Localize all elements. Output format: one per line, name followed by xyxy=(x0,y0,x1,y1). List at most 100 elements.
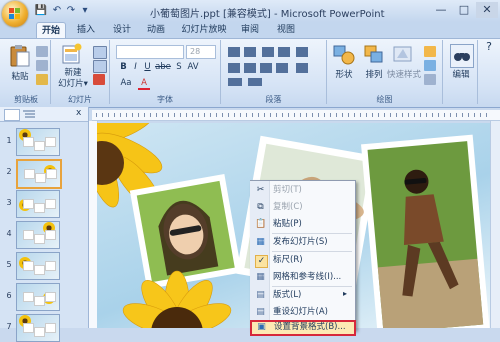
menu-item-ruler[interactable]: ✓ 标尺(R) xyxy=(251,253,354,268)
ruler-tick xyxy=(384,113,385,117)
tab-home[interactable]: 开始 xyxy=(36,22,66,39)
shapes-button[interactable] xyxy=(333,44,357,66)
ruler-tick xyxy=(348,113,349,117)
shape-fill-icon[interactable] xyxy=(424,46,436,57)
shadow-button[interactable]: S xyxy=(174,62,184,72)
copy-icon: ⧉ xyxy=(257,202,264,212)
find-button[interactable] xyxy=(450,44,474,68)
menu-item-format-background[interactable]: ▣ 设置背景格式(B)... xyxy=(250,320,356,336)
thumbnail-photo xyxy=(45,199,56,209)
menu-item-grid-guides[interactable]: ▦ 网格和参考线(I)... xyxy=(251,270,354,285)
slide-thumbnail[interactable] xyxy=(16,159,62,189)
ruler-tick xyxy=(336,113,337,117)
outline-tab-icon[interactable] xyxy=(22,109,36,119)
ruler-tick xyxy=(408,113,409,117)
redo-icon[interactable]: ↷ xyxy=(64,4,78,18)
scissors-icon: ✂ xyxy=(256,185,265,195)
thumbnail-photo xyxy=(35,173,46,183)
bold-button[interactable]: B xyxy=(118,62,129,72)
paste-button[interactable] xyxy=(8,44,32,68)
close-button[interactable]: ✕ xyxy=(476,2,498,18)
font-color-button[interactable]: A xyxy=(138,78,150,90)
menu-separator xyxy=(272,233,352,234)
edit-label: 编辑 xyxy=(452,70,470,80)
ruler-tick xyxy=(126,113,127,117)
tab-review[interactable]: 审阅 xyxy=(236,22,264,38)
quick-style-button[interactable] xyxy=(392,44,414,66)
ruler-tick xyxy=(318,113,319,117)
menu-item-publish-slides[interactable]: ▦ 发布幻灯片(S) xyxy=(251,235,354,250)
ruler-tick xyxy=(192,113,193,117)
new-slide-label-2: 幻灯片▾ xyxy=(58,79,88,89)
ruler-tick xyxy=(312,113,313,117)
slides-tab-icon[interactable] xyxy=(4,109,20,121)
slide-thumbnail[interactable] xyxy=(16,190,60,218)
office-button[interactable] xyxy=(2,1,28,27)
thumbnail-photo xyxy=(34,265,45,275)
undo-icon[interactable]: ↶ xyxy=(50,4,64,18)
font-size-combo[interactable]: 28 xyxy=(186,45,216,59)
ruler-tick xyxy=(480,113,481,117)
ruler-tick xyxy=(306,113,307,117)
thumbnail-photo xyxy=(34,296,45,306)
slide-thumbnail[interactable] xyxy=(16,221,60,249)
format-painter-icon[interactable] xyxy=(36,74,48,85)
thumbnail-photo xyxy=(34,203,45,213)
change-case-button[interactable]: Aa xyxy=(118,78,134,88)
menu-item-layout[interactable]: ▤ 版式(L) ▸ xyxy=(251,288,354,303)
ruler-tick xyxy=(390,113,391,117)
thumbnail-photo xyxy=(23,230,34,240)
thumbnail-photo xyxy=(23,137,34,147)
ruler-tick xyxy=(270,113,271,117)
vertical-scrollbar[interactable] xyxy=(490,121,500,328)
drawing-group-label: 绘图 xyxy=(376,95,393,104)
layout-icon[interactable] xyxy=(93,46,107,59)
ruler-tick xyxy=(120,113,121,117)
slide-thumbnail[interactable] xyxy=(16,283,60,311)
ruler-tick xyxy=(198,113,199,117)
font-group-label: 字体 xyxy=(157,95,173,104)
help-icon[interactable]: ? xyxy=(483,40,495,53)
qat-customize-icon[interactable]: ▾ xyxy=(78,4,92,18)
slides-panel-close-icon[interactable]: x xyxy=(76,108,81,118)
reset-slide-icon[interactable] xyxy=(93,60,107,73)
maximize-button[interactable]: □ xyxy=(453,2,475,18)
font-name-combo[interactable] xyxy=(116,45,184,59)
ruler-tick xyxy=(360,113,361,117)
ruler-tick xyxy=(180,113,181,117)
menu-item-reset-slide[interactable]: ▤ 重设幻灯片(A) xyxy=(251,305,354,320)
menu-item-paste[interactable]: 📋 粘贴(P) xyxy=(251,217,354,232)
font-size-value: 28 xyxy=(190,47,201,56)
underline-button[interactable]: U xyxy=(142,62,153,72)
char-spacing-button[interactable]: AV xyxy=(186,62,200,72)
slide-number: 6 xyxy=(6,291,12,300)
arrange-button[interactable] xyxy=(363,44,385,66)
tab-insert[interactable]: 插入 xyxy=(72,22,100,38)
tab-view[interactable]: 视图 xyxy=(272,22,300,38)
shape-outline-icon[interactable] xyxy=(424,60,436,71)
menu-item-copy[interactable]: ⧉ 复制(C) xyxy=(251,200,354,215)
clipboard-group-label: 剪贴板 xyxy=(14,95,38,104)
menu-item-cut[interactable]: ✂ 剪切(T) xyxy=(251,183,354,198)
ruler-tick xyxy=(264,113,265,117)
slide-number: 1 xyxy=(6,136,12,145)
tab-design[interactable]: 设计 xyxy=(108,22,136,38)
save-icon[interactable]: 💾 xyxy=(34,4,48,18)
shape-effects-icon[interactable] xyxy=(424,74,436,85)
copy-icon[interactable] xyxy=(36,60,48,71)
delete-slide-icon[interactable] xyxy=(93,74,105,85)
ruler-tick xyxy=(102,113,103,117)
ruler-tick xyxy=(288,113,289,117)
clipboard-icon: 📋 xyxy=(255,219,267,229)
slide-thumbnail[interactable] xyxy=(16,314,60,342)
ruler-tick xyxy=(258,113,259,117)
slide-thumbnail[interactable] xyxy=(16,128,60,156)
minimize-button[interactable]: — xyxy=(430,2,452,18)
strikethrough-button[interactable]: abe xyxy=(154,62,172,72)
tab-slideshow[interactable]: 幻灯片放映 xyxy=(178,22,230,38)
tab-animation[interactable]: 动画 xyxy=(142,22,170,38)
italic-button[interactable]: I xyxy=(130,62,141,72)
new-slide-button[interactable] xyxy=(62,43,82,65)
cut-icon[interactable] xyxy=(36,46,48,57)
slide-thumbnail[interactable] xyxy=(16,252,60,280)
